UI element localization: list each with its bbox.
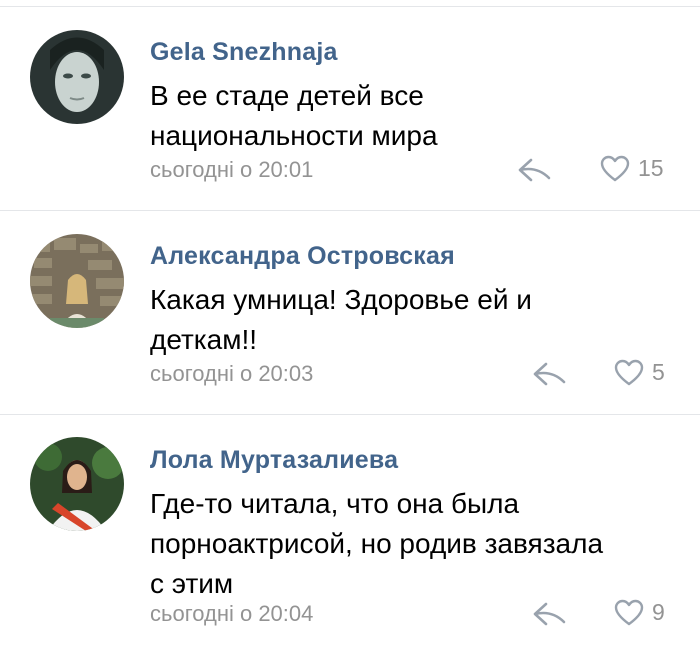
comment-author[interactable]: Gela Snezhnaja: [150, 38, 338, 67]
comment-text-line: деткам!!: [150, 324, 258, 355]
comment-timestamp: сьогодні о 20:03: [150, 361, 314, 386]
comment-divider: [0, 414, 700, 415]
like-count: 9: [652, 599, 665, 625]
comment-text-line: Где-то читала, что она была: [150, 488, 520, 519]
comment-text: Какая умница! Здоровье ей и деткам!!: [150, 280, 670, 360]
like-button[interactable]: 9: [614, 599, 665, 626]
like-count: 5: [652, 359, 665, 385]
comment-text-line: национальности мира: [150, 120, 438, 151]
comment-timestamp: сьогодні о 20:04: [150, 601, 314, 626]
top-divider: [0, 6, 700, 7]
comment-text-line: с этим: [150, 568, 234, 599]
heart-outline-icon: [614, 359, 644, 386]
like-button[interactable]: 5: [614, 359, 665, 386]
avatar[interactable]: [30, 234, 124, 328]
avatar[interactable]: [30, 437, 124, 531]
comment-text: Где-то читала, что она была порноактрисо…: [150, 484, 670, 604]
comment-timestamp: сьогодні о 20:01: [150, 157, 314, 182]
reply-arrow-icon[interactable]: [532, 360, 568, 388]
heart-outline-icon: [600, 155, 630, 182]
comment-author[interactable]: Александра Островская: [150, 242, 455, 271]
like-button[interactable]: 15: [600, 155, 664, 182]
comment-text-line: В ее стаде детей все: [150, 80, 424, 111]
heart-outline-icon: [614, 599, 644, 626]
comment-text-line: порноактрисой, но родив завязала: [150, 528, 604, 559]
reply-arrow-icon[interactable]: [532, 600, 568, 628]
comment-text: В ее стаде детей все национальности мира: [150, 76, 670, 156]
comment-author[interactable]: Лола Муртазалиева: [150, 446, 398, 475]
like-count: 15: [638, 155, 664, 181]
avatar[interactable]: [30, 30, 124, 124]
comment-text-line: Какая умница! Здоровье ей и: [150, 284, 532, 315]
comment-divider: [0, 210, 700, 211]
reply-arrow-icon[interactable]: [517, 156, 553, 184]
